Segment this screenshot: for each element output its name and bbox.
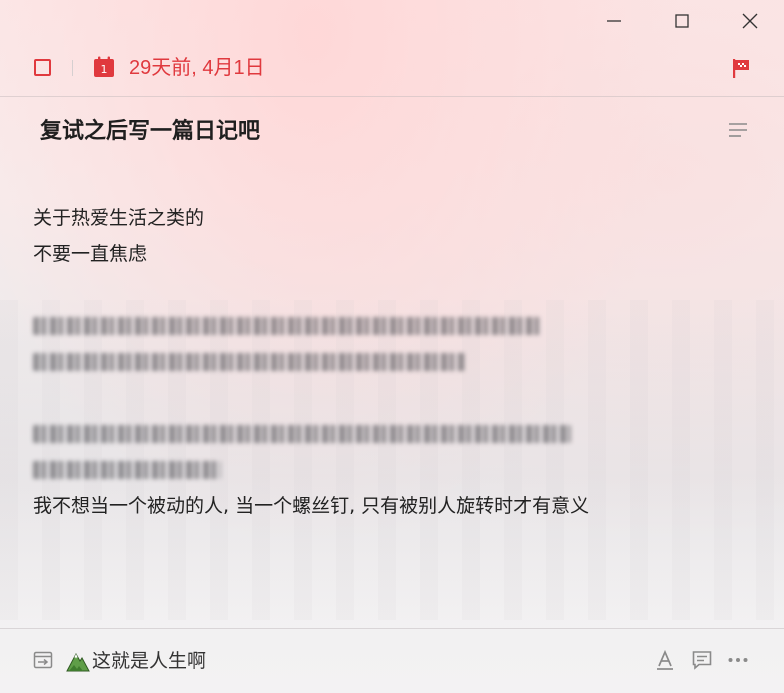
redacted-line — [33, 416, 753, 452]
text-format-icon[interactable] — [654, 649, 676, 671]
task-footer: 这就是人生啊 — [0, 629, 784, 693]
outline-menu-icon[interactable] — [727, 120, 749, 140]
description-line-1: 关于热爱生活之类的 — [33, 207, 205, 229]
calendar-day: 1 — [101, 63, 108, 76]
task-title[interactable]: 复试之后写一篇日记吧 — [40, 116, 260, 148]
project-selector[interactable]: 这就是人生啊 — [66, 649, 206, 673]
minimize-button[interactable] — [580, 0, 648, 42]
minimize-icon — [607, 20, 621, 22]
description-line-2: 不要一直焦虑 — [33, 243, 148, 265]
project-label: 这就是人生啊 — [92, 650, 207, 672]
comment-icon[interactable] — [691, 649, 713, 671]
mountain-emoji-icon — [66, 652, 90, 672]
redacted-line — [33, 308, 753, 344]
redacted-line — [33, 452, 753, 488]
priority-flag-icon[interactable] — [730, 57, 752, 79]
close-button[interactable] — [716, 0, 784, 42]
maximize-button[interactable] — [648, 0, 716, 42]
toolbar-divider — [72, 60, 73, 76]
window-controls — [580, 0, 784, 42]
description-line-last: 我不想当一个被动的人, 当一个螺丝钉, 只有被别人旋转时才有意义 — [33, 495, 590, 517]
task-toolbar: 1 29天前, 4月1日 — [0, 44, 784, 96]
due-date-label[interactable]: 29天前, 4月1日 — [129, 56, 265, 80]
task-checkbox[interactable] — [34, 59, 51, 76]
more-options-icon[interactable] — [727, 649, 749, 671]
header-divider — [0, 96, 784, 97]
calendar-icon[interactable]: 1 — [93, 56, 115, 78]
maximize-icon — [675, 14, 689, 28]
close-icon — [742, 13, 758, 29]
move-to-list-icon[interactable] — [33, 650, 53, 670]
task-description[interactable]: 关于热爱生活之类的 不要一直焦虑 我不想当一个被动的人, 当一个螺丝钉, 只有被… — [33, 200, 753, 524]
redacted-line — [33, 344, 753, 380]
